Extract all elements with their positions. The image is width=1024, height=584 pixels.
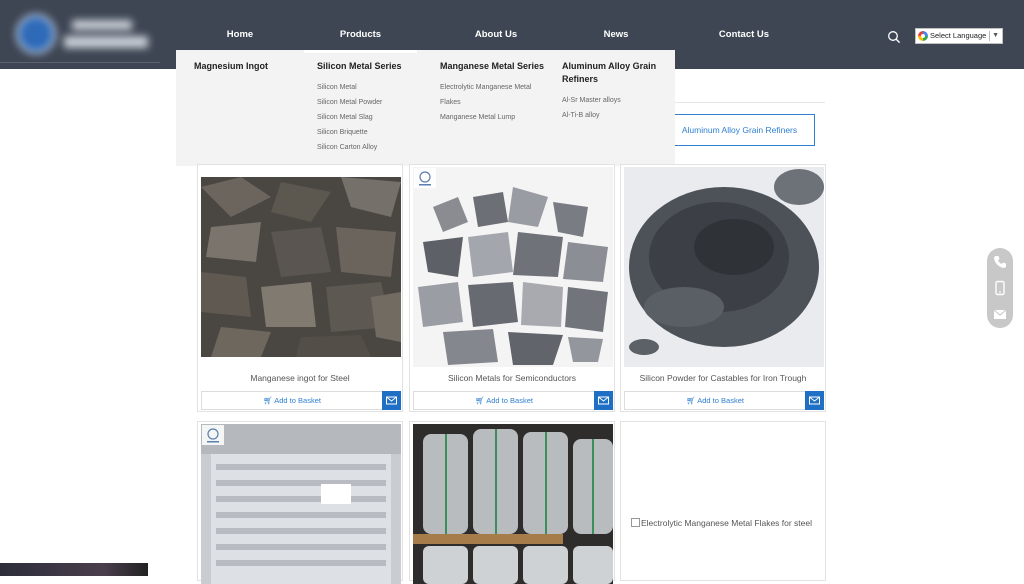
inquiry-mail-button[interactable] (382, 391, 401, 410)
cart-icon: 🛒︎ (475, 396, 485, 405)
product-card: Silicon Metals for Semiconductors 🛒︎ Add… (409, 164, 615, 412)
menu-heading-aluminum-alloy-grain-refiners[interactable]: Aluminum Alloy Grain Refiners (562, 60, 666, 86)
product-image-silicon-metals[interactable] (413, 167, 613, 367)
product-card: Electrolytic Manganese Metal Flakes for … (620, 421, 826, 581)
language-label: Select Language (930, 31, 987, 40)
menu-item-manganese-metal-lump[interactable]: Manganese Metal Lump (440, 110, 550, 125)
menu-column-manganese: Manganese Metal Series Electrolytic Mang… (440, 60, 550, 125)
product-title[interactable]: Silicon Powder for Castables for Iron Tr… (621, 373, 825, 383)
product-card (409, 421, 615, 584)
google-icon (918, 31, 928, 41)
product-image-silicon-powder[interactable] (624, 167, 824, 367)
nav-products[interactable]: Products (304, 24, 417, 46)
menu-item-silicon-metal-slag[interactable]: Silicon Metal Slag (317, 110, 427, 125)
product-image-magnesium-ingots[interactable] (201, 424, 401, 584)
cart-icon: 🛒︎ (686, 396, 696, 405)
menu-item-silicon-carton-alloy[interactable]: Silicon Carton Alloy (317, 140, 427, 155)
product-card (197, 421, 403, 584)
products-mega-menu: Magnesium Ingot Silicon Metal Series Sil… (176, 50, 675, 166)
product-title[interactable]: Manganese ingot for Steel (198, 373, 402, 383)
nav-home[interactable]: Home (200, 24, 280, 46)
product-image-manganese-ingot[interactable] (201, 177, 401, 357)
nav-about-us[interactable]: About Us (456, 24, 536, 46)
cart-icon: 🛒︎ (263, 396, 273, 405)
menu-column-silicon: Silicon Metal Series Silicon Metal Silic… (317, 60, 427, 155)
product-image-cored-wire-coils[interactable] (413, 424, 613, 584)
email-icon[interactable] (992, 306, 1008, 322)
company-logo[interactable] (12, 12, 152, 58)
menu-column-magnesium: Magnesium Ingot (194, 60, 304, 73)
product-card: Silicon Powder for Castables for Iron Tr… (620, 164, 826, 412)
watermark-logo (414, 168, 436, 188)
add-to-basket-button[interactable]: 🛒︎ Add to Basket (413, 391, 595, 410)
menu-heading-magnesium-ingot[interactable]: Magnesium Ingot (194, 60, 304, 73)
search-icon[interactable] (887, 30, 901, 44)
content-divider (675, 102, 825, 103)
menu-heading-silicon-metal-series[interactable]: Silicon Metal Series (317, 60, 427, 73)
menu-item-silicon-metal-powder[interactable]: Silicon Metal Powder (317, 95, 427, 110)
broken-image-alt-text[interactable]: Electrolytic Manganese Metal Flakes for … (631, 518, 812, 528)
product-title[interactable]: Silicon Metals for Semiconductors (410, 373, 614, 383)
add-to-basket-button[interactable]: 🛒︎ Add to Basket (624, 391, 806, 410)
phone-icon[interactable] (992, 254, 1008, 270)
menu-item-electrolytic-manganese[interactable]: Electrolytic Manganese Metal Flakes (440, 80, 550, 110)
header-divider (0, 62, 160, 63)
add-to-basket-button[interactable]: 🛒︎ Add to Basket (201, 391, 383, 410)
nav-contact-us[interactable]: Contact Us (704, 24, 784, 46)
nav-news[interactable]: News (576, 24, 656, 46)
category-button-aluminum[interactable]: Aluminum Alloy Grain Refiners (664, 114, 815, 146)
language-select[interactable]: Select Language ▼ (915, 28, 1003, 44)
dropdown-arrow-icon: ▼ (992, 32, 999, 39)
inquiry-mail-button[interactable] (594, 391, 613, 410)
menu-column-aluminum: Aluminum Alloy Grain Refiners Al-Sr Mast… (562, 60, 666, 123)
menu-item-al-sr-master-alloys[interactable]: Al-Sr Master alloys (562, 93, 666, 108)
product-card: Manganese ingot for Steel 🛒︎ Add to Bask… (197, 164, 403, 412)
menu-item-silicon-metal[interactable]: Silicon Metal (317, 80, 427, 95)
broken-image-icon (631, 518, 640, 527)
bottom-promo-bar[interactable] (0, 563, 148, 576)
mobile-icon[interactable] (992, 280, 1008, 296)
floating-contact-bar (987, 248, 1013, 328)
menu-item-silicon-briquette[interactable]: Silicon Briquette (317, 125, 427, 140)
watermark-logo (202, 425, 224, 445)
inquiry-mail-button[interactable] (805, 391, 824, 410)
menu-item-al-ti-b-alloy[interactable]: Al-Ti-B alloy (562, 108, 666, 123)
menu-heading-manganese-metal-series[interactable]: Manganese Metal Series (440, 60, 550, 73)
